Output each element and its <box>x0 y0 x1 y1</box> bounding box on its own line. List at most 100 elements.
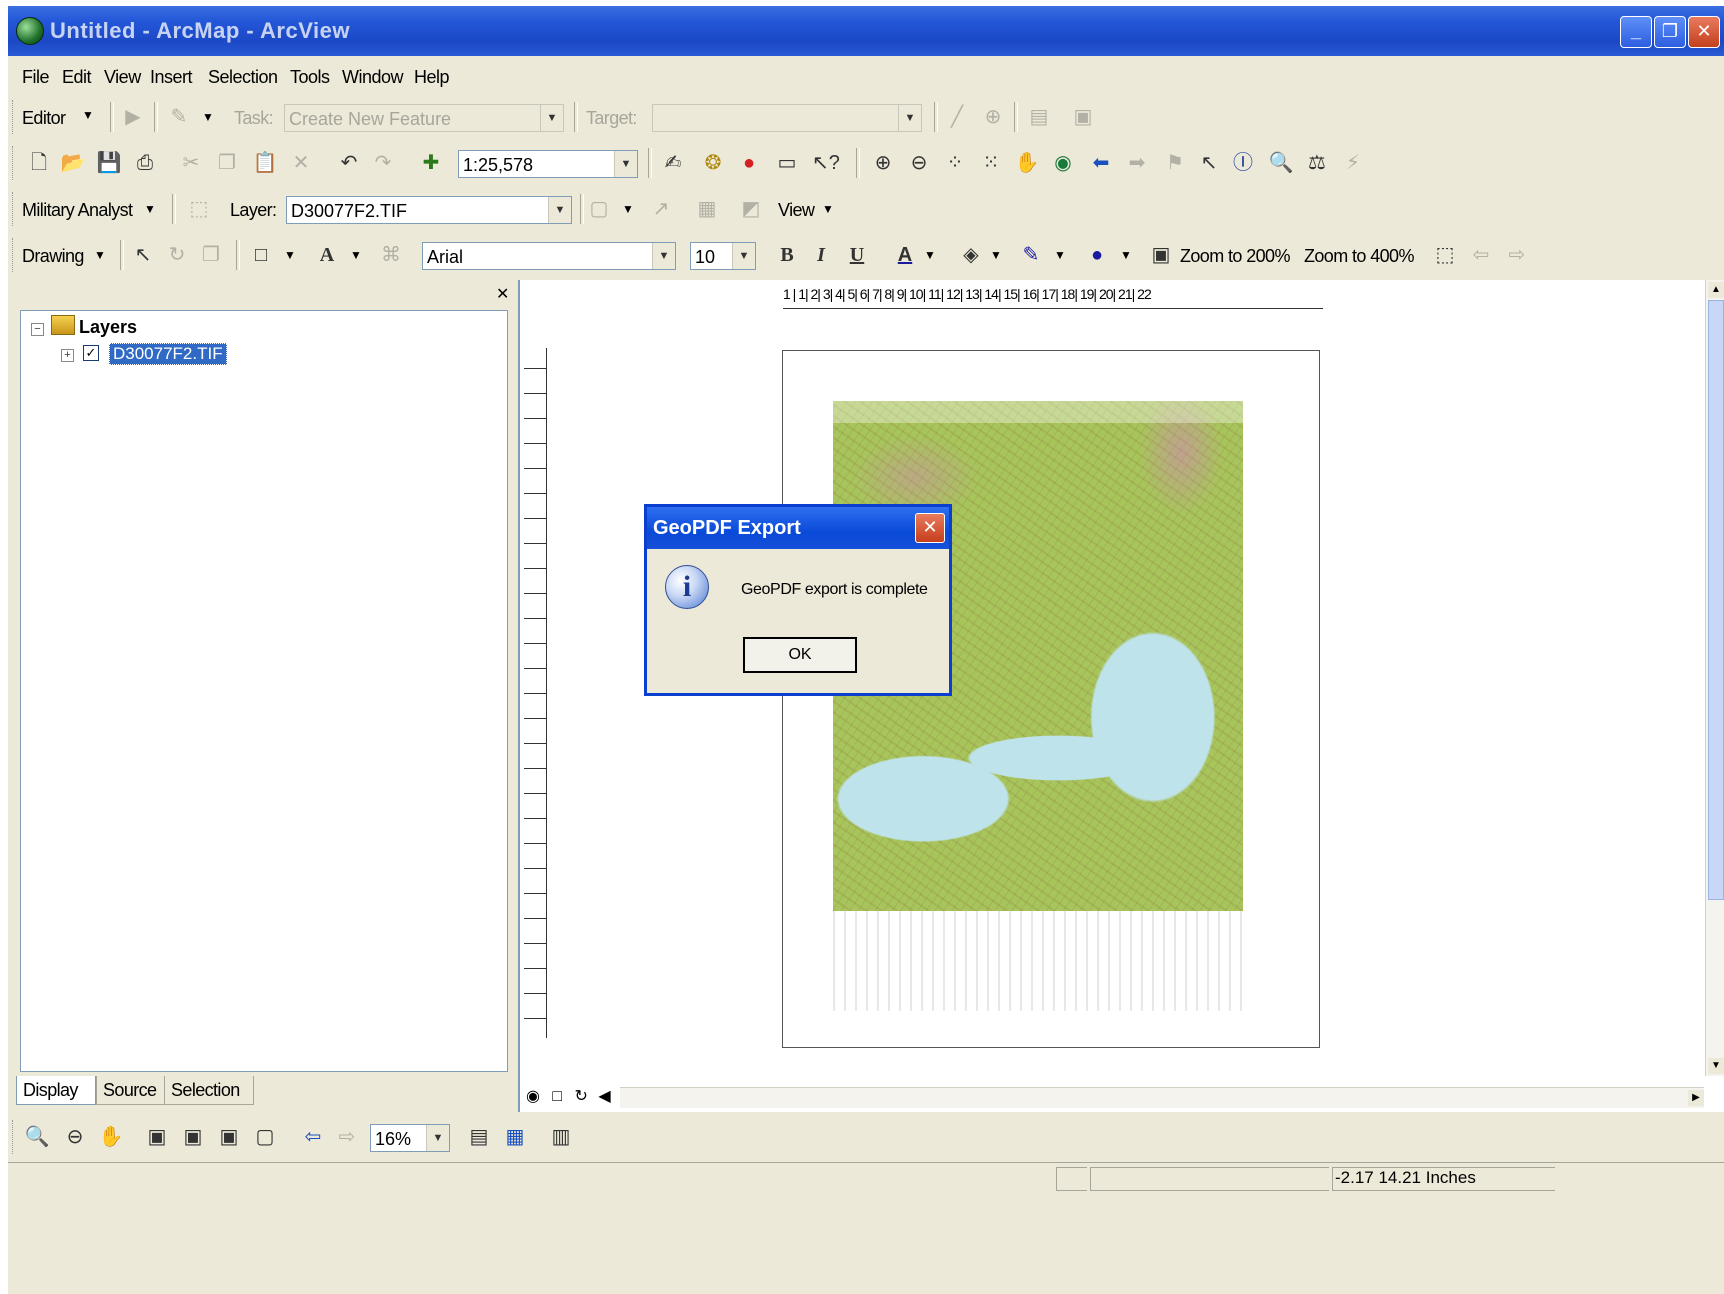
change-layout-icon[interactable]: ▥ <box>548 1124 574 1150</box>
print-icon[interactable]: ⎙ <box>132 150 158 176</box>
chevron-down-icon[interactable]: ▼ <box>540 105 563 131</box>
close-icon[interactable]: ✕ <box>496 284 509 304</box>
layout-page[interactable] <box>782 350 1320 1048</box>
layout-view-icon[interactable]: □ <box>552 1088 562 1105</box>
chevron-down-icon[interactable]: ▼ <box>990 248 1002 262</box>
zoom-to-100-icon[interactable]: ▣ <box>1148 242 1174 268</box>
zoom-custom-icon[interactable]: ⬚ <box>1432 242 1458 268</box>
scroll-right-icon[interactable]: ▶ <box>1688 1090 1704 1106</box>
full-extent-globe-icon[interactable]: ◉ <box>1050 150 1076 176</box>
chevron-down-icon[interactable]: ▼ <box>1120 248 1132 262</box>
collapse-icon[interactable]: − <box>31 323 44 336</box>
tab-source[interactable]: Source <box>96 1076 170 1105</box>
refresh-icon[interactable]: ↻ <box>575 1088 588 1105</box>
forward-extent-icon[interactable]: ➡ <box>1124 150 1150 176</box>
line-color-icon[interactable]: ✎ <box>1018 242 1044 268</box>
tab-display[interactable]: Display <box>16 1076 96 1105</box>
edit-vertices-icon[interactable]: ⌘ <box>378 242 404 268</box>
layer-name-selected[interactable]: D30077F2.TIF <box>109 343 227 365</box>
next-zoom-icon[interactable]: ⇨ <box>1504 242 1530 268</box>
split-tool-icon[interactable]: ╱ <box>944 104 970 130</box>
map-scale-combo[interactable]: 1:25,578 ▼ <box>458 150 638 178</box>
layer-visibility-checkbox[interactable]: ✓ <box>83 345 99 361</box>
fixed-zoom-in-icon[interactable]: ⁘ <box>942 150 968 176</box>
arccatalog-icon[interactable]: ❂ <box>700 150 726 176</box>
chevron-down-icon[interactable]: ▼ <box>898 105 921 131</box>
command-line-icon[interactable]: ▭ <box>774 150 800 176</box>
layout-view[interactable]: 1 | 1| 2| 3| 4| 5| 6| 7| 8| 9| 10| 11| 1… <box>518 280 1724 1112</box>
hyperlink-icon[interactable]: ⚡ <box>1340 150 1366 176</box>
add-data-icon[interactable]: ✚ <box>418 150 444 176</box>
zoom-to-400-button[interactable]: Zoom to 400% <box>1304 246 1414 267</box>
chevron-down-icon[interactable]: ▼ <box>622 202 634 216</box>
underline-icon[interactable]: U <box>844 242 870 268</box>
chevron-down-icon[interactable]: ▼ <box>732 243 755 269</box>
menu-edit[interactable]: Edit <box>62 67 92 88</box>
new-document-icon[interactable]: 🗋 <box>26 150 52 176</box>
restore-button[interactable]: ❐ <box>1654 16 1686 48</box>
prev-zoom-icon[interactable]: ⇦ <box>1468 242 1494 268</box>
chevron-down-icon[interactable]: ▼ <box>548 197 571 223</box>
view-menu[interactable]: View <box>778 200 815 221</box>
paste-icon[interactable]: 📋 <box>252 150 278 176</box>
font-size-combo[interactable]: 10 ▼ <box>690 242 756 270</box>
fixed-zoom-out-page-icon[interactable]: ▣ <box>216 1124 242 1150</box>
undo-icon[interactable]: ↶ <box>336 150 362 176</box>
italic-icon[interactable]: I <box>808 242 834 268</box>
zoom-in-icon[interactable]: ⊕ <box>870 150 896 176</box>
dialog-title-bar[interactable]: GeoPDF Export ✕ <box>647 507 949 549</box>
menu-view[interactable]: View <box>104 67 141 88</box>
identify-icon[interactable]: Ⓘ <box>1230 150 1256 176</box>
delete-icon[interactable]: ✕ <box>288 150 314 176</box>
scroll-up-icon[interactable]: ▲ <box>1708 282 1724 298</box>
marker-color-icon[interactable]: ● <box>1084 242 1110 268</box>
menu-insert[interactable]: Insert <box>150 67 193 88</box>
viewshed-icon[interactable]: ◩ <box>738 196 764 222</box>
menu-tools[interactable]: Tools <box>290 67 330 88</box>
edit-tool-icon[interactable]: ▶ <box>120 104 146 130</box>
fixed-zoom-in-page-icon[interactable]: ▣ <box>180 1124 206 1150</box>
select-elements-icon[interactable]: ↖ <box>130 242 156 268</box>
layers-root-label[interactable]: Layers <box>79 317 137 338</box>
dialog-close-button[interactable]: ✕ <box>915 513 945 543</box>
chevron-down-icon[interactable]: ▼ <box>822 202 834 216</box>
chevron-down-icon[interactable]: ▼ <box>284 248 296 262</box>
scroll-down-icon[interactable]: ▼ <box>1708 1058 1724 1074</box>
data-view-icon[interactable]: ◉ <box>526 1088 540 1105</box>
select-elements-icon[interactable]: ↖ <box>1196 150 1222 176</box>
select-features-icon[interactable]: ⚑ <box>1162 150 1188 176</box>
zoom-whole-page-icon[interactable]: ▢ <box>252 1124 278 1150</box>
tab-selection[interactable]: Selection <box>164 1076 254 1105</box>
zoom-out-page-icon[interactable]: ⊖ <box>62 1124 88 1150</box>
find-binoculars-icon[interactable]: 🔍 <box>1268 150 1294 176</box>
chevron-down-icon[interactable]: ▼ <box>1054 248 1066 262</box>
menu-file[interactable]: File <box>22 67 50 88</box>
arctoolbox-icon[interactable]: ● <box>736 150 762 176</box>
pan-page-icon[interactable]: ✋ <box>98 1124 124 1150</box>
chevron-down-icon[interactable]: ▼ <box>924 248 936 262</box>
minimize-button[interactable]: _ <box>1620 16 1652 48</box>
sketch-properties-icon[interactable]: ▣ <box>1070 104 1096 130</box>
horizontal-scrollbar[interactable]: ▶ <box>620 1087 1704 1108</box>
chevron-down-icon[interactable]: ▼ <box>202 110 214 124</box>
chevron-down-icon[interactable]: ▼ <box>652 243 675 269</box>
extent-tool-icon[interactable]: ⬚ <box>186 196 212 222</box>
focus-data-frame-icon[interactable]: ▦ <box>502 1124 528 1150</box>
editor-toolbar-icon[interactable]: ✍ <box>660 150 686 176</box>
text-icon[interactable]: A <box>314 242 340 268</box>
attributes-icon[interactable]: ▤ <box>1026 104 1052 130</box>
menu-window[interactable]: Window <box>342 67 404 88</box>
go-back-extent-icon[interactable]: ⇦ <box>300 1124 326 1150</box>
layout-zoom-combo[interactable]: 16% ▼ <box>370 1124 450 1152</box>
rectangle-icon[interactable]: □ <box>248 242 274 268</box>
grid-icon[interactable]: ▦ <box>694 196 720 222</box>
font-color-icon[interactable]: A <box>892 242 918 268</box>
go-forward-extent-icon[interactable]: ⇨ <box>334 1124 360 1150</box>
chevron-down-icon[interactable]: ▼ <box>94 248 106 262</box>
chevron-down-icon[interactable]: ▼ <box>82 108 94 122</box>
title-bar[interactable]: Untitled - ArcMap - ArcView _ ❐ ✕ <box>8 6 1724 56</box>
zoom-in-page-icon[interactable]: 🔍 <box>24 1124 50 1150</box>
scroll-thumb[interactable] <box>1708 300 1724 900</box>
pan-hand-icon[interactable]: ✋ <box>1014 150 1040 176</box>
drawing-menu[interactable]: Drawing <box>22 246 84 267</box>
